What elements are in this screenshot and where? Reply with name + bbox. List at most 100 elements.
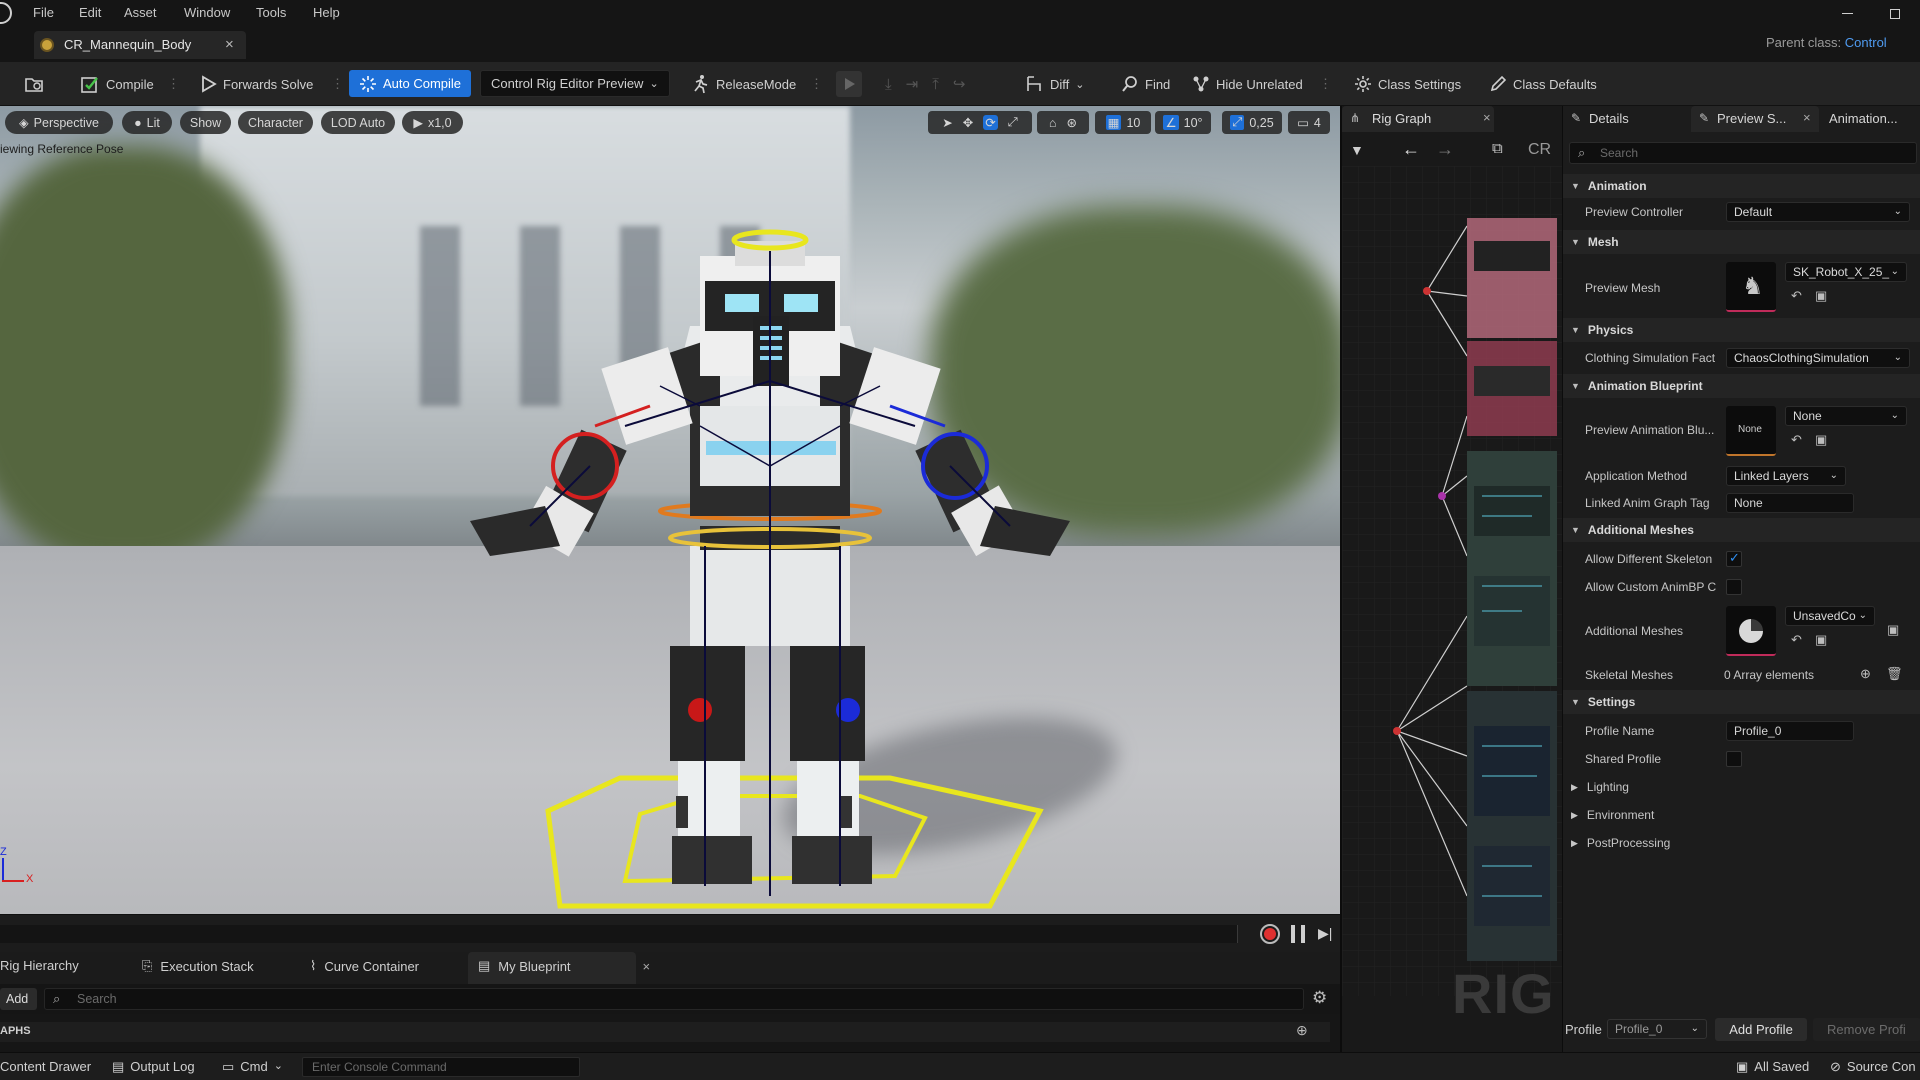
tab-my-blueprint-close[interactable]: × (643, 959, 651, 974)
additional-meshes-dropdown[interactable]: UnsavedCo ⌄ (1785, 606, 1875, 626)
step-forward-button[interactable]: ▶| (1318, 925, 1332, 942)
details-search-box[interactable]: ⌕ Search (1569, 142, 1917, 164)
class-settings-button[interactable]: Class Settings (1354, 71, 1461, 97)
all-saved-indicator[interactable]: ▣ All Saved (1736, 1059, 1809, 1075)
application-method-dropdown[interactable]: Linked Layers ⌄ (1726, 466, 1846, 486)
find-button[interactable]: Find (1121, 71, 1170, 97)
auto-compile-toggle[interactable]: Auto Compile (349, 70, 472, 97)
release-mode-button[interactable]: ReleaseMode (690, 71, 796, 97)
browse-asset-icon[interactable]: ▣ (1815, 432, 1827, 448)
animation-tab[interactable]: Animation... (1819, 106, 1920, 132)
category-animation-blueprint[interactable]: ▼ Animation Blueprint (1563, 374, 1920, 398)
bookmark-icon[interactable]: ▼ (1350, 142, 1364, 158)
profile-dropdown[interactable]: Profile_0 ⌄ (1607, 1019, 1707, 1039)
content-drawer-button[interactable]: Content Drawer (0, 1059, 91, 1074)
graph-nodes-icon[interactable]: ⧉ (1492, 140, 1503, 157)
pause-button[interactable] (1291, 925, 1305, 943)
hide-unrelated-options-icon[interactable]: ⋮ (1319, 71, 1332, 97)
preview-timeline[interactable]: ▶| (0, 914, 1340, 952)
console-input[interactable]: Enter Console Command (302, 1057, 580, 1077)
preview-controller-dropdown[interactable]: Default ⌄ (1726, 202, 1910, 222)
release-options-icon[interactable]: ⋮ (810, 71, 823, 97)
class-defaults-button[interactable]: Class Defaults (1489, 71, 1597, 97)
use-selected-asset-icon[interactable]: ↶ (1791, 432, 1802, 448)
preview-mesh-thumbnail[interactable]: ♞ (1726, 262, 1776, 312)
compile-button[interactable]: Compile (80, 71, 154, 97)
tab-cr-mannequin-body[interactable]: CR_Mannequin_Body × (34, 31, 246, 59)
add-profile-button[interactable]: Add Profile (1715, 1018, 1807, 1041)
add-button[interactable]: Add (0, 988, 37, 1010)
details-tab[interactable]: ✎ Details (1563, 106, 1691, 132)
tab-my-blueprint-content[interactable]: ▤ My Blueprint × (478, 958, 650, 974)
menu-asset[interactable]: Asset (124, 5, 157, 20)
environment-subcategory[interactable]: ▶ Environment (1571, 808, 1654, 822)
profile-name-input[interactable]: Profile_0 (1726, 721, 1854, 741)
graphs-header[interactable]: APHS ⊕ (0, 1022, 1330, 1042)
remove-profile-button[interactable]: Remove Profi (1813, 1018, 1920, 1041)
tab-curve-container[interactable]: ⌇ Curve Container (310, 958, 419, 974)
category-additional-meshes[interactable]: ▼ Additional Meshes (1563, 518, 1920, 542)
save-icon[interactable]: ▣ (1887, 622, 1899, 638)
category-physics[interactable]: ▼ Physics (1563, 318, 1920, 342)
tab-execution-stack[interactable]: ⎘ Execution Stack (142, 958, 254, 974)
postprocessing-subcategory[interactable]: ▶ PostProcessing (1571, 836, 1670, 850)
compile-options-icon[interactable]: ⋮ (167, 71, 180, 97)
solve-options-icon[interactable]: ⋮ (331, 71, 344, 97)
unreal-logo[interactable] (0, 2, 12, 24)
preview-scene-tab-close[interactable]: × (1803, 110, 1811, 125)
add-graph-icon[interactable]: ⊕ (1296, 1022, 1308, 1039)
parent-class-link[interactable]: Control (1845, 35, 1887, 50)
preview-mode-dropdown[interactable]: Control Rig Editor Preview ⌄ (480, 70, 670, 97)
step-out-icon[interactable]: ⤒ (932, 76, 939, 93)
clothing-simulation-dropdown[interactable]: ChaosClothingSimulation ⌄ (1726, 348, 1910, 368)
hide-unrelated-button[interactable]: Hide Unrelated (1192, 71, 1303, 97)
rig-graph-tab-close[interactable]: × (1483, 110, 1491, 125)
cmd-dropdown[interactable]: ▭ Cmd ⌄ (222, 1059, 283, 1075)
step-into-icon[interactable]: ⤓ (885, 76, 892, 93)
browse-button[interactable] (24, 71, 44, 97)
diff-button[interactable]: Diff ⌄ (1024, 71, 1084, 97)
rig-graph-tab[interactable]: ⋔ Rig Graph × (1342, 106, 1494, 132)
rig-graph-canvas[interactable] (1342, 166, 1564, 996)
category-mesh[interactable]: ▼ Mesh (1563, 230, 1920, 254)
shared-profile-checkbox[interactable] (1726, 751, 1742, 767)
back-arrow-icon[interactable]: ← (1402, 139, 1420, 160)
use-selected-asset-icon[interactable]: ↶ (1791, 288, 1802, 304)
forward-arrow-icon[interactable]: → (1436, 139, 1454, 160)
preview-animation-dropdown[interactable]: None ⌄ (1785, 406, 1907, 426)
menu-window[interactable]: Window (184, 5, 230, 20)
step-controls[interactable]: ⤓ ⇥ ⤒ ↪ (885, 71, 965, 97)
step-return-icon[interactable]: ↪ (953, 75, 966, 93)
play-button[interactable] (836, 71, 862, 97)
blueprint-search-box[interactable]: ⌕ Search (44, 988, 1304, 1010)
additional-meshes-thumbnail[interactable] (1726, 606, 1776, 656)
menu-edit[interactable]: Edit (79, 5, 101, 20)
menu-file[interactable]: File (33, 5, 54, 20)
trash-icon[interactable]: 🗑 (1886, 666, 1903, 682)
restore-button[interactable] (1890, 9, 1900, 19)
output-log-button[interactable]: ▤ Output Log (112, 1059, 195, 1075)
menu-help[interactable]: Help (313, 5, 340, 20)
browse-asset-icon[interactable]: ▣ (1815, 632, 1827, 648)
blueprint-settings-icon[interactable]: ⚙ (1312, 988, 1327, 1008)
rig-graph-panel[interactable]: ⋔ Rig Graph × ▼ ← → ⧉ CR RIG (1340, 106, 1564, 1052)
record-button[interactable] (1260, 924, 1280, 944)
source-control-button[interactable]: ⊘ Source Con (1830, 1059, 1916, 1075)
timeline-track[interactable] (0, 925, 1238, 943)
preview-scene-tab[interactable]: ✎ Preview S... × (1691, 106, 1819, 132)
tab-close-button[interactable]: × (225, 36, 234, 53)
forwards-solve-button[interactable]: Forwards Solve (199, 71, 313, 97)
category-settings[interactable]: ▼ Settings (1563, 690, 1920, 714)
allow-custom-animbp-checkbox[interactable] (1726, 579, 1742, 595)
browse-asset-icon[interactable]: ▣ (1815, 288, 1827, 304)
preview-mesh-dropdown[interactable]: SK_Robot_X_25_ ⌄ (1785, 262, 1907, 282)
linked-anim-graph-tag-input[interactable]: None (1726, 493, 1854, 513)
tab-rig-hierarchy[interactable]: Rig Hierarchy (0, 958, 79, 973)
add-element-icon[interactable]: ⊕ (1860, 666, 1871, 682)
lighting-subcategory[interactable]: ▶ Lighting (1571, 780, 1629, 794)
use-selected-asset-icon[interactable]: ↶ (1791, 632, 1802, 648)
preview-animation-thumbnail[interactable]: None (1726, 406, 1776, 456)
preview-viewport[interactable]: ◈ Perspective ● Lit Show Character LOD Aut… (0, 106, 1340, 914)
allow-different-skeleton-checkbox[interactable]: ✓ (1726, 550, 1742, 567)
menu-tools[interactable]: Tools (256, 5, 286, 20)
